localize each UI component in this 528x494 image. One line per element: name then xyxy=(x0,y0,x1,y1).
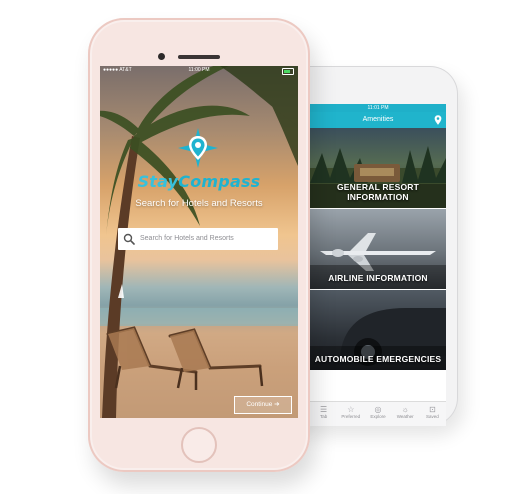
tab-saved[interactable]: ⊡ Saved xyxy=(419,402,446,426)
amenity-card-resort[interactable]: GENERAL RESORT INFORMATION xyxy=(310,128,446,208)
status-bar: 11:01 PM xyxy=(310,104,446,112)
location-pin-icon[interactable] xyxy=(434,115,442,125)
continue-button[interactable]: Continue ➔ xyxy=(234,396,292,414)
tab-icon: ☰ xyxy=(320,405,328,414)
compass-icon: ◎ xyxy=(374,405,382,414)
brand-compass: Compass xyxy=(178,172,261,191)
nav-bar: Amenities xyxy=(310,112,446,128)
tab-item[interactable]: ☰ Tab xyxy=(310,402,337,426)
front-camera xyxy=(158,53,165,60)
tab-preferred[interactable]: ☆ Preferred xyxy=(337,402,364,426)
tab-bar: ☰ Tab ☆ Preferred ◎ Explore ☼ Weather ⊡ Saved xyxy=(310,401,446,426)
card-label: AUTOMOBILE EMERGENCIES xyxy=(314,354,442,364)
search-input[interactable]: Search for Hotels and Resorts xyxy=(118,228,278,250)
search-icon xyxy=(123,233,135,245)
amenity-card-airline[interactable]: AIRLINE INFORMATION xyxy=(310,209,446,289)
compass-logo-icon xyxy=(178,128,218,168)
search-placeholder: Search for Hotels and Resorts xyxy=(140,235,234,242)
front-phone: ●●●●● AT&T 11:00 PM StayCompass Search f… xyxy=(88,18,310,472)
back-phone-screen: 11:01 PM Amenities GENERAL RESORT INFORM… xyxy=(310,104,446,426)
status-bar: ●●●●● AT&T 11:00 PM xyxy=(100,66,298,75)
status-time: 11:01 PM xyxy=(367,105,389,111)
front-phone-screen: ●●●●● AT&T 11:00 PM StayCompass Search f… xyxy=(100,66,298,418)
tab-weather[interactable]: ☼ Weather xyxy=(392,402,419,426)
earpiece-speaker xyxy=(178,55,220,59)
page-subtitle: Search for Hotels and Resorts xyxy=(135,198,263,209)
bookmark-icon: ⊡ xyxy=(429,405,436,414)
star-icon: ☆ xyxy=(347,405,355,414)
sun-icon: ☼ xyxy=(401,405,409,414)
card-label: AIRLINE INFORMATION xyxy=(328,273,428,283)
status-time: 11:00 PM xyxy=(188,67,210,73)
home-button[interactable] xyxy=(181,427,217,463)
amenity-card-automobile[interactable]: AUTOMOBILE EMERGENCIES xyxy=(310,290,446,370)
tab-explore[interactable]: ◎ Explore xyxy=(364,402,391,426)
card-label: GENERAL RESORT INFORMATION xyxy=(337,182,419,202)
battery-icon xyxy=(282,68,294,75)
brand-logo: StayCompass xyxy=(100,172,298,191)
brand-stay: Stay xyxy=(137,172,179,191)
nav-title: Amenities xyxy=(362,116,394,123)
